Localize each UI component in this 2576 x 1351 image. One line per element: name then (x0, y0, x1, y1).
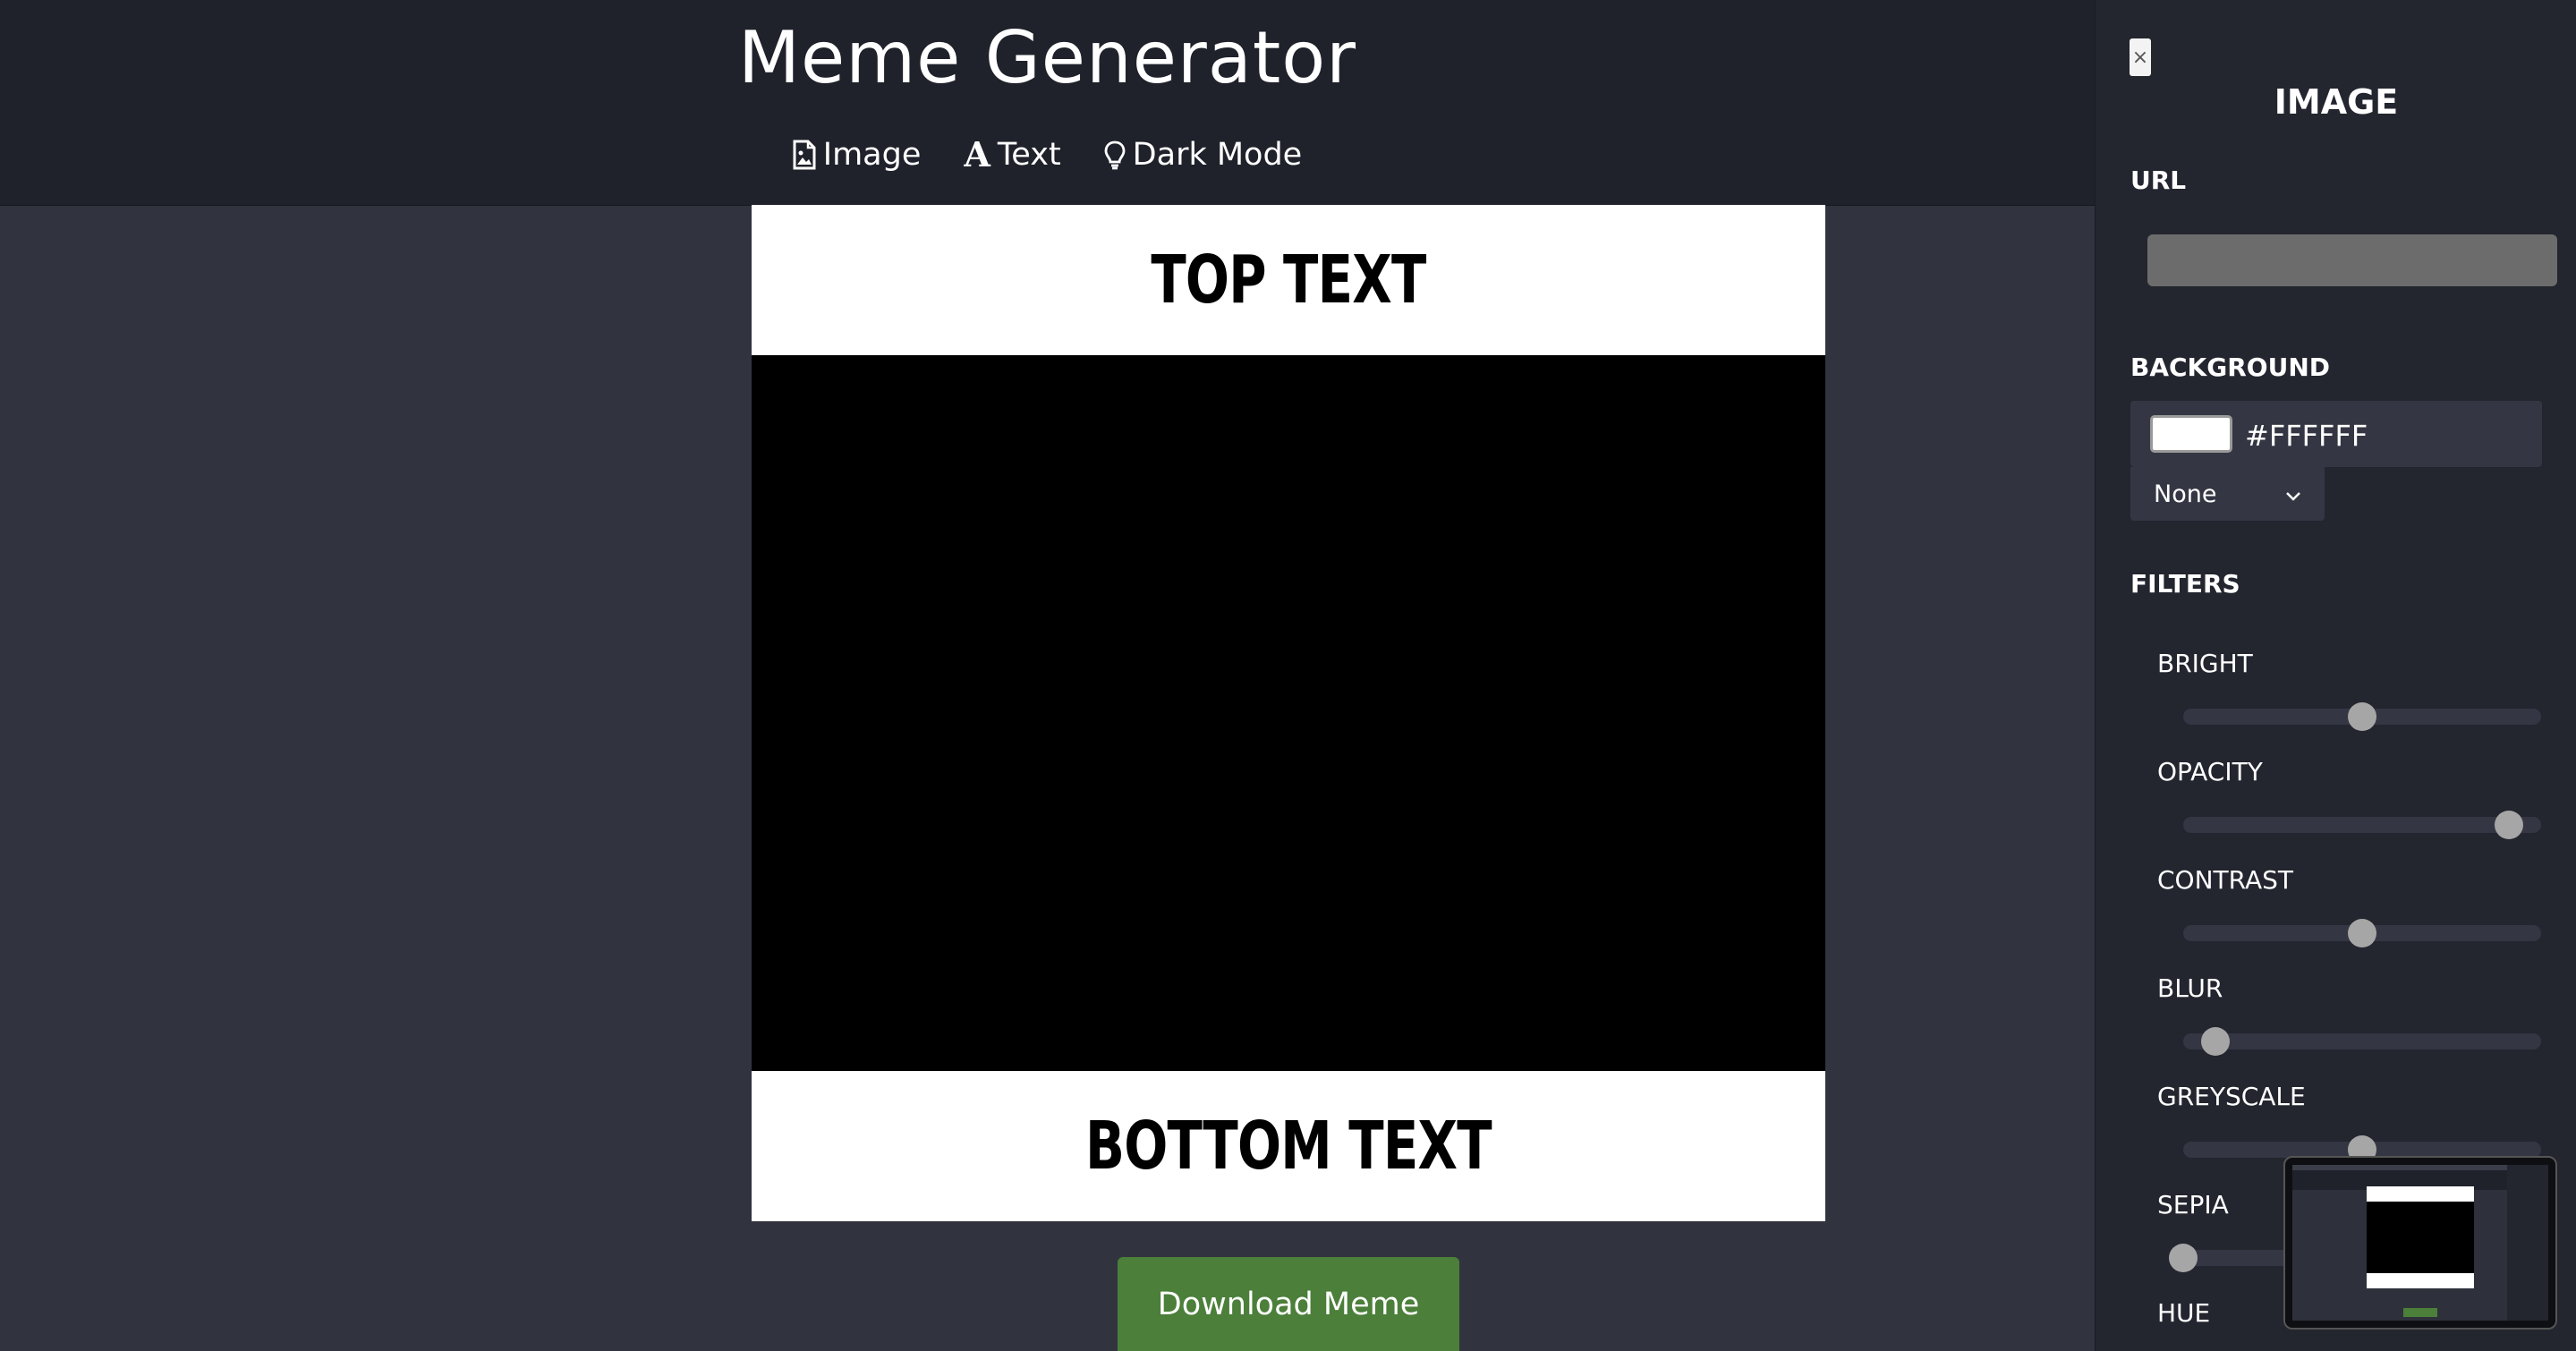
nav-image-label: Image (822, 136, 922, 173)
app-title: Meme Generator (737, 16, 1357, 99)
main-nav: Image A Text Dark Mode (0, 134, 2095, 174)
nav-image[interactable]: Image (793, 134, 922, 174)
background-label: BACKGROUND (2130, 353, 2331, 382)
color-swatch[interactable] (2150, 415, 2232, 453)
filter-label-bright: BRIGHT (2157, 649, 2253, 678)
filter-label-sepia: SEPIA (2157, 1190, 2229, 1219)
contrast-slider[interactable] (2183, 919, 2541, 947)
filter-label-contrast: CONTRAST (2157, 865, 2293, 895)
nav-text-label: Text (997, 136, 1061, 173)
color-hex-value[interactable]: #FFFFFF (2245, 419, 2368, 453)
image-settings-sidebar: × IMAGE URL BACKGROUND #FFFFFF None FILT… (2095, 0, 2576, 1351)
chevron-down-icon (2285, 480, 2301, 508)
slider-thumb[interactable] (2169, 1244, 2198, 1272)
lightbulb-icon (1104, 140, 1126, 170)
app-header: Meme Generator Image A Text Dark Mode (0, 0, 2095, 206)
bright-slider[interactable] (2183, 702, 2541, 731)
nav-dark-mode[interactable]: Dark Mode (1104, 134, 1303, 174)
opacity-slider[interactable] (2183, 811, 2541, 839)
preview-sidebar (2507, 1165, 2548, 1321)
background-select[interactable]: None (2130, 467, 2325, 521)
meme-canvas: TOP TEXT BOTTOM TEXT (752, 205, 1825, 1221)
url-input[interactable] (2147, 234, 2557, 286)
background-color-picker: #FFFFFF (2130, 401, 2542, 467)
panel-title: IMAGE (2274, 82, 2399, 122)
meme-image-area (752, 355, 1825, 1071)
filters-label: FILTERS (2130, 569, 2240, 599)
meme-top-text[interactable]: TOP TEXT (1151, 242, 1426, 319)
preview-screen (2292, 1165, 2548, 1321)
preview-download (2403, 1308, 2437, 1317)
letter-a-icon: A (964, 134, 990, 174)
meme-top-area[interactable]: TOP TEXT (752, 205, 1825, 355)
filter-label-opacity: OPACITY (2157, 757, 2263, 786)
filter-label-blur: BLUR (2157, 973, 2223, 1003)
nav-text[interactable]: A Text (964, 134, 1060, 174)
slider-thumb[interactable] (2201, 1027, 2230, 1056)
filter-label-greyscale: GREYSCALE (2157, 1082, 2306, 1111)
meme-bottom-text[interactable]: BOTTOM TEXT (1085, 1108, 1492, 1185)
meme-bottom-area[interactable]: BOTTOM TEXT (752, 1071, 1825, 1221)
slider-thumb[interactable] (2348, 919, 2376, 947)
slider-thumb[interactable] (2495, 811, 2523, 839)
nav-dark-mode-label: Dark Mode (1132, 136, 1303, 173)
url-label: URL (2130, 166, 2187, 195)
blur-slider[interactable] (2183, 1027, 2541, 1056)
close-icon[interactable]: × (2130, 38, 2151, 76)
background-select-value: None (2154, 480, 2217, 508)
download-meme-button[interactable]: Download Meme (1118, 1257, 1459, 1351)
filter-label-hue: HUE (2157, 1298, 2211, 1328)
slider-thumb[interactable] (2348, 702, 2376, 731)
image-file-icon (793, 140, 816, 170)
preview-meme-image (2367, 1202, 2474, 1273)
screenshot-preview-thumbnail[interactable] (2283, 1156, 2557, 1330)
